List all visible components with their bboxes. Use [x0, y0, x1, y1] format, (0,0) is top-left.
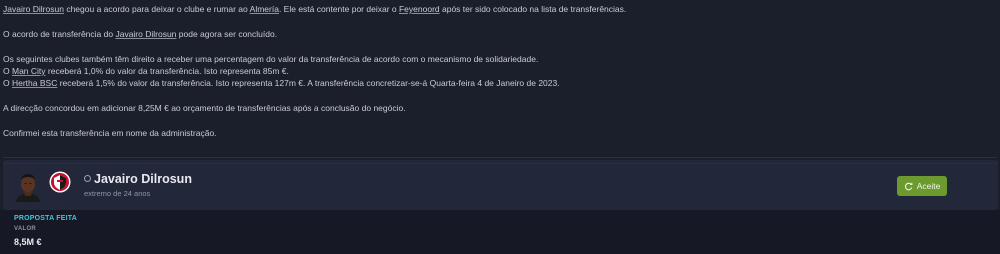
solidarity-line-hertha: O Hertha BSC receberá 1,5% do valor da t… [3, 78, 560, 89]
feyenoord-badge-icon[interactable] [49, 171, 71, 193]
accept-button-label: Aceite [916, 181, 941, 191]
refresh-icon [904, 182, 913, 190]
player-name[interactable]: Javairo Dilrosun [94, 172, 192, 186]
club-link-almeria[interactable]: Almería [250, 4, 279, 14]
player-link[interactable]: Javairo Dilrosun [115, 29, 176, 39]
solidarity-intro: Os seguintes clubes também têm direito a… [3, 53, 539, 64]
news-message: Javairo Dilrosun chegou a acordo para de… [3, 3, 993, 139]
card-divider [3, 163, 998, 164]
player-description: extremo de 24 anos [84, 189, 151, 198]
confirmation-paragraph: Confirmei esta transferência em nome da … [3, 127, 217, 138]
divider [3, 157, 997, 158]
offer-details-panel [0, 210, 1000, 254]
accept-button[interactable]: Aceite [897, 176, 947, 196]
star-icon[interactable] [84, 175, 91, 182]
club-link-feyenoord[interactable]: Feyenoord [399, 4, 440, 14]
message-paragraph-1: Javairo Dilrosun chegou a acordo para de… [3, 4, 627, 14]
player-photo[interactable] [13, 170, 43, 202]
club-link-man-city[interactable]: Man City [12, 66, 46, 76]
club-link-hertha-bsc[interactable]: Hertha BSC [12, 78, 57, 88]
message-paragraph-2: O acordo de transferência do Javairo Dil… [3, 28, 278, 39]
player-link[interactable]: Javairo Dilrosun [3, 4, 64, 14]
value-label: VALOR [14, 226, 37, 232]
offer-status: PROPOSTA FEITA [14, 215, 77, 222]
budget-paragraph: A direcção concordou em adicionar 8,25M … [3, 103, 406, 114]
transfer-value: 8,5M € [14, 237, 42, 247]
solidarity-line-man-city: O Man City receberá 1,0% do valor da tra… [3, 65, 289, 76]
